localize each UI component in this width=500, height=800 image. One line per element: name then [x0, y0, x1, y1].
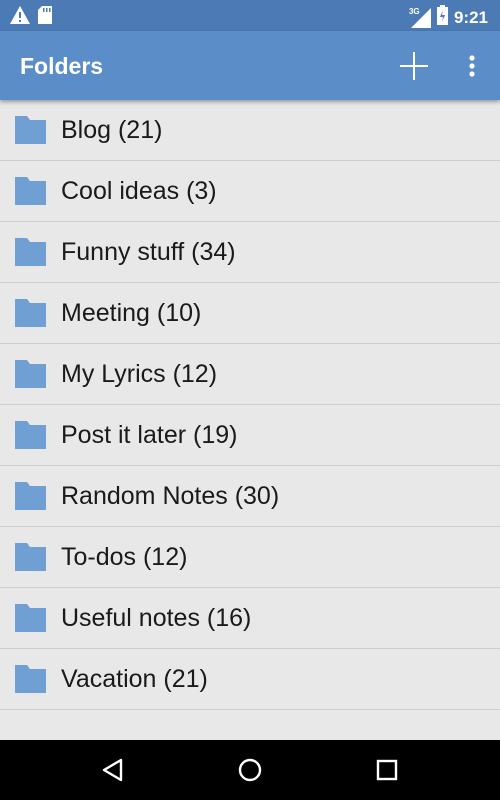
- folder-item[interactable]: Blog (21): [0, 100, 500, 161]
- clock: 9:21: [453, 7, 488, 27]
- folder-label: Meeting (10): [61, 299, 202, 327]
- folder-label: Blog (21): [61, 116, 163, 144]
- folder-item[interactable]: My Lyrics (12): [0, 344, 500, 405]
- folder-icon: [15, 604, 46, 632]
- folder-item[interactable]: Useful notes (16): [0, 588, 500, 649]
- overflow-menu-button[interactable]: [460, 48, 484, 84]
- folder-icon: [15, 238, 46, 266]
- battery-icon: [436, 5, 448, 30]
- folder-icon: [15, 482, 46, 510]
- folder-item[interactable]: To-dos (12): [0, 527, 500, 588]
- back-icon: [102, 758, 123, 782]
- folder-item[interactable]: Meeting (10): [0, 283, 500, 344]
- home-icon: [238, 758, 262, 782]
- folder-item[interactable]: Random Notes (30): [0, 466, 500, 527]
- folder-label: Random Notes (30): [61, 482, 280, 510]
- folder-icon: [15, 360, 46, 388]
- status-bar: 3G 9:21: [0, 0, 500, 31]
- folder-list: Blog (21) Cool ideas (3) Funny stuff (34…: [0, 100, 500, 710]
- folder-label: Useful notes (16): [61, 604, 252, 632]
- folder-icon: [15, 116, 46, 144]
- app-bar: Folders: [0, 31, 500, 100]
- home-button[interactable]: [232, 752, 268, 788]
- recents-icon: [376, 759, 398, 781]
- folder-item[interactable]: Funny stuff (34): [0, 222, 500, 283]
- add-icon: [400, 52, 428, 80]
- sd-card-icon: [38, 6, 52, 29]
- add-folder-button[interactable]: [396, 48, 432, 84]
- folder-icon: [15, 299, 46, 327]
- folder-label: Funny stuff (34): [61, 238, 236, 266]
- more-vert-icon: [469, 55, 475, 77]
- folder-label: To-dos (12): [61, 543, 188, 571]
- recents-button[interactable]: [369, 752, 405, 788]
- folder-label: Post it later (19): [61, 421, 238, 449]
- folder-icon: [15, 543, 46, 571]
- folder-icon: [15, 665, 46, 693]
- folder-label: Cool ideas (3): [61, 177, 217, 205]
- folder-label: My Lyrics (12): [61, 360, 218, 388]
- folder-label: Vacation (21): [61, 665, 208, 693]
- folder-item[interactable]: Cool ideas (3): [0, 161, 500, 222]
- folder-icon: [15, 421, 46, 449]
- navigation-bar: [0, 740, 500, 800]
- folder-icon: [15, 177, 46, 205]
- page-title: Folders: [20, 53, 104, 79]
- folder-item[interactable]: Vacation (21): [0, 649, 500, 710]
- folder-item[interactable]: Post it later (19): [0, 405, 500, 466]
- signal-icon: 3G: [409, 7, 431, 28]
- back-button[interactable]: [95, 752, 131, 788]
- warning-icon: [10, 6, 30, 29]
